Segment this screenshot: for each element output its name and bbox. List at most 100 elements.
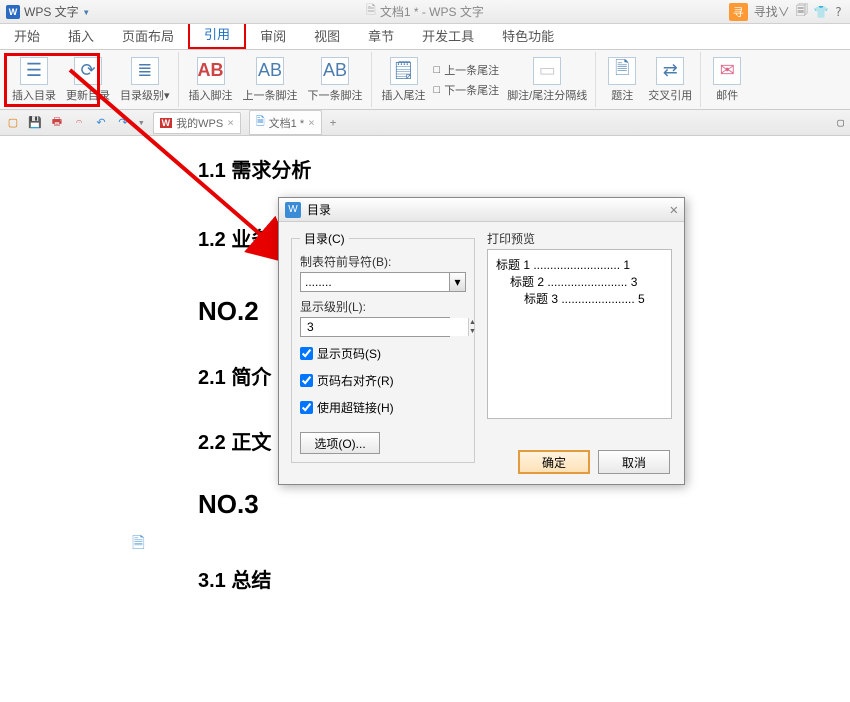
help-icon[interactable]: ? — [835, 5, 842, 19]
options-button[interactable]: 选项(O)... — [300, 432, 380, 454]
pdf-icon[interactable]: 𝄐 — [72, 116, 86, 130]
heading-1-1: 1.1 需求分析 — [198, 154, 850, 183]
ribbon-group-toc: ☰ 插入目录 ⟳ 更新目录 ≣ 目录级别▾ — [4, 52, 179, 107]
show-page-row[interactable]: 显示页码(S) — [300, 345, 466, 362]
undo-icon[interactable]: ↶ — [94, 116, 108, 130]
level-input[interactable] — [301, 318, 468, 336]
crossref-label: 交叉引用 — [648, 87, 692, 103]
right-align-row[interactable]: 页码右对齐(R) — [300, 372, 466, 389]
next-footnote-button[interactable]: AB 下一条脚注 — [304, 55, 367, 105]
next-footnote-icon: AB — [321, 57, 349, 85]
tab-review[interactable]: 审阅 — [246, 22, 300, 49]
app-menu-dropdown[interactable]: ▾ — [83, 5, 90, 19]
tab-view[interactable]: 视图 — [300, 22, 354, 49]
ribbon-group-caption: 🗎 题注 ⇄ 交叉引用 — [598, 52, 701, 107]
cancel-button[interactable]: 取消 — [598, 450, 670, 474]
print-icon[interactable]: 🖶 — [50, 116, 64, 130]
separator-icon: ▭ — [533, 57, 561, 85]
doc-title-text: 文档1 * - WPS 文字 — [380, 3, 484, 20]
ribbon-group-mail: ✉ 邮件 — [703, 52, 751, 107]
redo-icon[interactable]: ↷ — [116, 116, 130, 130]
hyperlink-row[interactable]: 使用超链接(H) — [300, 399, 466, 416]
tab-start[interactable]: 开始 — [0, 22, 54, 49]
dialog-titlebar[interactable]: W 目录 ✕ — [279, 198, 684, 222]
leader-label: 制表符前导符(B): — [300, 253, 466, 270]
prev-endnote-button[interactable]: □ 上一条尾注 — [432, 61, 502, 79]
tab-devtools[interactable]: 开发工具 — [408, 22, 488, 49]
doc-tab-icon: 🗎 — [256, 113, 265, 132]
toc-level-icon: ≣ — [131, 57, 159, 85]
toc-level-button[interactable]: ≣ 目录级别▾ — [116, 55, 174, 105]
preview-label: 打印预览 — [487, 230, 672, 247]
update-toc-button[interactable]: ⟳ 更新目录 — [62, 55, 114, 105]
doc-tab-close[interactable]: × — [308, 116, 315, 129]
insert-footnote-button[interactable]: AB 插入脚注 — [185, 55, 237, 105]
hyperlink-label: 使用超链接(H) — [317, 399, 394, 416]
insert-endnote-button[interactable]: 🗒 插入尾注 — [378, 55, 430, 105]
ribbon-group-footnote: AB 插入脚注 AB 上一条脚注 AB 下一条脚注 — [181, 52, 372, 107]
tab-layout[interactable]: 页面布局 — [108, 22, 188, 49]
doc-icon: 🗎 — [366, 1, 376, 22]
update-toc-label: 更新目录 — [66, 87, 110, 103]
add-tab-icon[interactable]: + — [330, 116, 337, 129]
clipboard-icon[interactable]: 🗐 — [796, 1, 808, 22]
insert-endnote-icon: 🗒 — [390, 57, 418, 85]
level-spinner[interactable]: ▲ ▼ — [300, 317, 450, 337]
leader-input[interactable] — [300, 272, 450, 292]
tab-section[interactable]: 章节 — [354, 22, 408, 49]
tab-list-icon[interactable]: ▢ — [837, 116, 844, 129]
tab-special[interactable]: 特色功能 — [488, 22, 568, 49]
wps-tab-close[interactable]: × — [227, 116, 234, 129]
crossref-icon: ⇄ — [656, 57, 684, 85]
qbar-overflow[interactable]: ▾ — [138, 116, 145, 129]
prev-footnote-button[interactable]: AB 上一条脚注 — [239, 55, 302, 105]
separator-label: 脚注/尾注分隔线 — [507, 87, 587, 103]
fieldset-legend: 目录(C) — [300, 230, 349, 247]
new-icon[interactable]: ▢ — [6, 116, 20, 130]
insert-footnote-label: 插入脚注 — [189, 87, 233, 103]
next-endnote-button[interactable]: □ 下一条尾注 — [432, 81, 502, 99]
show-page-checkbox[interactable] — [300, 347, 313, 360]
ribbon-group-endnote: 🗒 插入尾注 □ 上一条尾注 □ 下一条尾注 ▭ 脚注/尾注分隔线 — [374, 52, 597, 107]
level-row: 显示级别(L): ▲ ▼ — [300, 298, 466, 337]
spinner-up-icon[interactable]: ▲ — [469, 318, 476, 327]
dialog-icon: W — [285, 202, 301, 218]
doc-tab-label: 文档1 * — [269, 115, 304, 131]
search-badge[interactable]: 寻 — [729, 3, 748, 21]
ok-button[interactable]: 确定 — [518, 450, 590, 474]
wps-home-tab[interactable]: W 我的WPS × — [153, 112, 241, 134]
insert-toc-icon: ☰ — [20, 57, 48, 85]
save-icon[interactable]: 💾 — [28, 116, 42, 130]
endnote-nav-stack: □ 上一条尾注 □ 下一条尾注 — [432, 61, 502, 99]
doc-tab[interactable]: 🗎 文档1 * × — [249, 110, 322, 135]
update-toc-icon: ⟳ — [74, 57, 102, 85]
preview-panel: 打印预览 标题 1 .......................... 1 标… — [487, 230, 672, 463]
ribbon: ☰ 插入目录 ⟳ 更新目录 ≣ 目录级别▾ AB 插入脚注 AB 上一条脚注 A… — [0, 50, 850, 110]
separator-button[interactable]: ▭ 脚注/尾注分隔线 — [503, 55, 591, 105]
preview-line-1: 标题 1 .......................... 1 — [496, 256, 663, 273]
right-align-checkbox[interactable] — [300, 374, 313, 387]
spinner-down-icon[interactable]: ▼ — [469, 327, 476, 336]
caption-button[interactable]: 🗎 题注 — [602, 55, 642, 105]
mail-icon: ✉ — [713, 57, 741, 85]
right-align-label: 页码右对齐(R) — [317, 372, 394, 389]
dialog-close-icon[interactable]: ✕ — [670, 202, 678, 218]
crossref-button[interactable]: ⇄ 交叉引用 — [644, 55, 696, 105]
prev-footnote-label: 上一条脚注 — [243, 87, 298, 103]
toc-fieldset: 目录(C) 制表符前导符(B): ▾ 显示级别(L): ▲ ▼ — [291, 230, 475, 463]
shirt-icon[interactable]: 👕 — [814, 5, 829, 19]
window-title: 🗎 文档1 * - WPS 文字 — [366, 1, 484, 22]
wps-tab-icon: W — [160, 118, 173, 128]
level-label: 显示级别(L): — [300, 298, 466, 315]
paragraph-mark-icon: 🗎 — [132, 532, 145, 559]
mail-button[interactable]: ✉ 邮件 — [707, 55, 747, 105]
app-identity: W WPS 文字 ▾ — [0, 3, 90, 20]
tab-insert[interactable]: 插入 — [54, 22, 108, 49]
dialog-title-text: 目录 — [307, 201, 331, 218]
prev-footnote-icon: AB — [256, 57, 284, 85]
hyperlink-checkbox[interactable] — [300, 401, 313, 414]
caption-icon: 🗎 — [608, 57, 636, 85]
search-text[interactable]: 寻找∨ — [754, 3, 790, 20]
insert-toc-button[interactable]: ☰ 插入目录 — [8, 55, 60, 105]
leader-dropdown-icon[interactable]: ▾ — [450, 272, 466, 292]
